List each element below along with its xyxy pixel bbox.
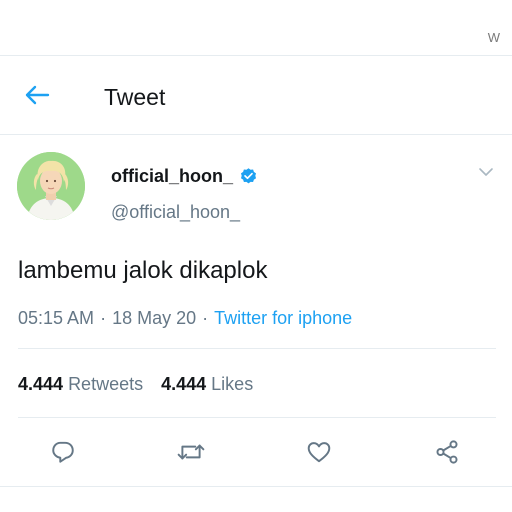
likes-label: Likes <box>211 374 254 394</box>
verified-badge-icon <box>240 168 257 184</box>
retweet-button[interactable] <box>176 437 206 467</box>
retweets-label: Retweets <box>68 374 144 394</box>
avatar-image <box>17 152 85 220</box>
likes-count: 4.444 <box>161 374 207 394</box>
user-handle[interactable]: @official_hoon_ <box>111 202 240 223</box>
retweets-count: 4.444 <box>18 374 64 394</box>
share-button[interactable] <box>432 437 462 467</box>
tweet-time: 05:15 AM <box>18 308 95 328</box>
retweets-stat[interactable]: 4.444 Retweets <box>18 374 143 394</box>
engagement-stats: 4.444 Retweets 4.444 Likes <box>18 374 253 395</box>
share-icon <box>436 440 458 464</box>
reply-icon <box>52 441 74 463</box>
status-bar-indicator: W <box>487 30 500 45</box>
arrow-left-icon <box>25 85 50 105</box>
tweet-actions-bar <box>0 437 512 469</box>
divider <box>18 417 496 418</box>
more-options-button[interactable] <box>478 164 494 180</box>
tweet-date: 18 May 20 <box>112 308 197 328</box>
likes-stat[interactable]: 4.444 Likes <box>161 374 253 394</box>
tweet-meta: 05:15 AM · 18 May 20 · Twitter for iphone <box>18 308 352 329</box>
display-name[interactable]: official_hoon_ <box>111 166 258 187</box>
retweet-icon <box>177 444 205 460</box>
like-button[interactable] <box>304 437 334 467</box>
avatar[interactable] <box>17 152 85 220</box>
heart-icon <box>307 442 331 463</box>
chevron-down-icon <box>479 168 493 176</box>
display-name-text: official_hoon_ <box>111 166 234 186</box>
tweet-source-link[interactable]: Twitter for iphone <box>214 308 352 328</box>
divider <box>0 486 512 487</box>
page-title: Tweet <box>104 84 166 110</box>
back-button[interactable] <box>22 80 52 110</box>
meta-separator: · <box>202 308 209 328</box>
tweet-text: lambemu jalok dikaplok <box>18 257 268 284</box>
meta-separator: · <box>100 308 107 328</box>
divider <box>18 348 496 349</box>
top-app-bar: Tweet <box>0 55 512 135</box>
reply-button[interactable] <box>48 437 78 467</box>
